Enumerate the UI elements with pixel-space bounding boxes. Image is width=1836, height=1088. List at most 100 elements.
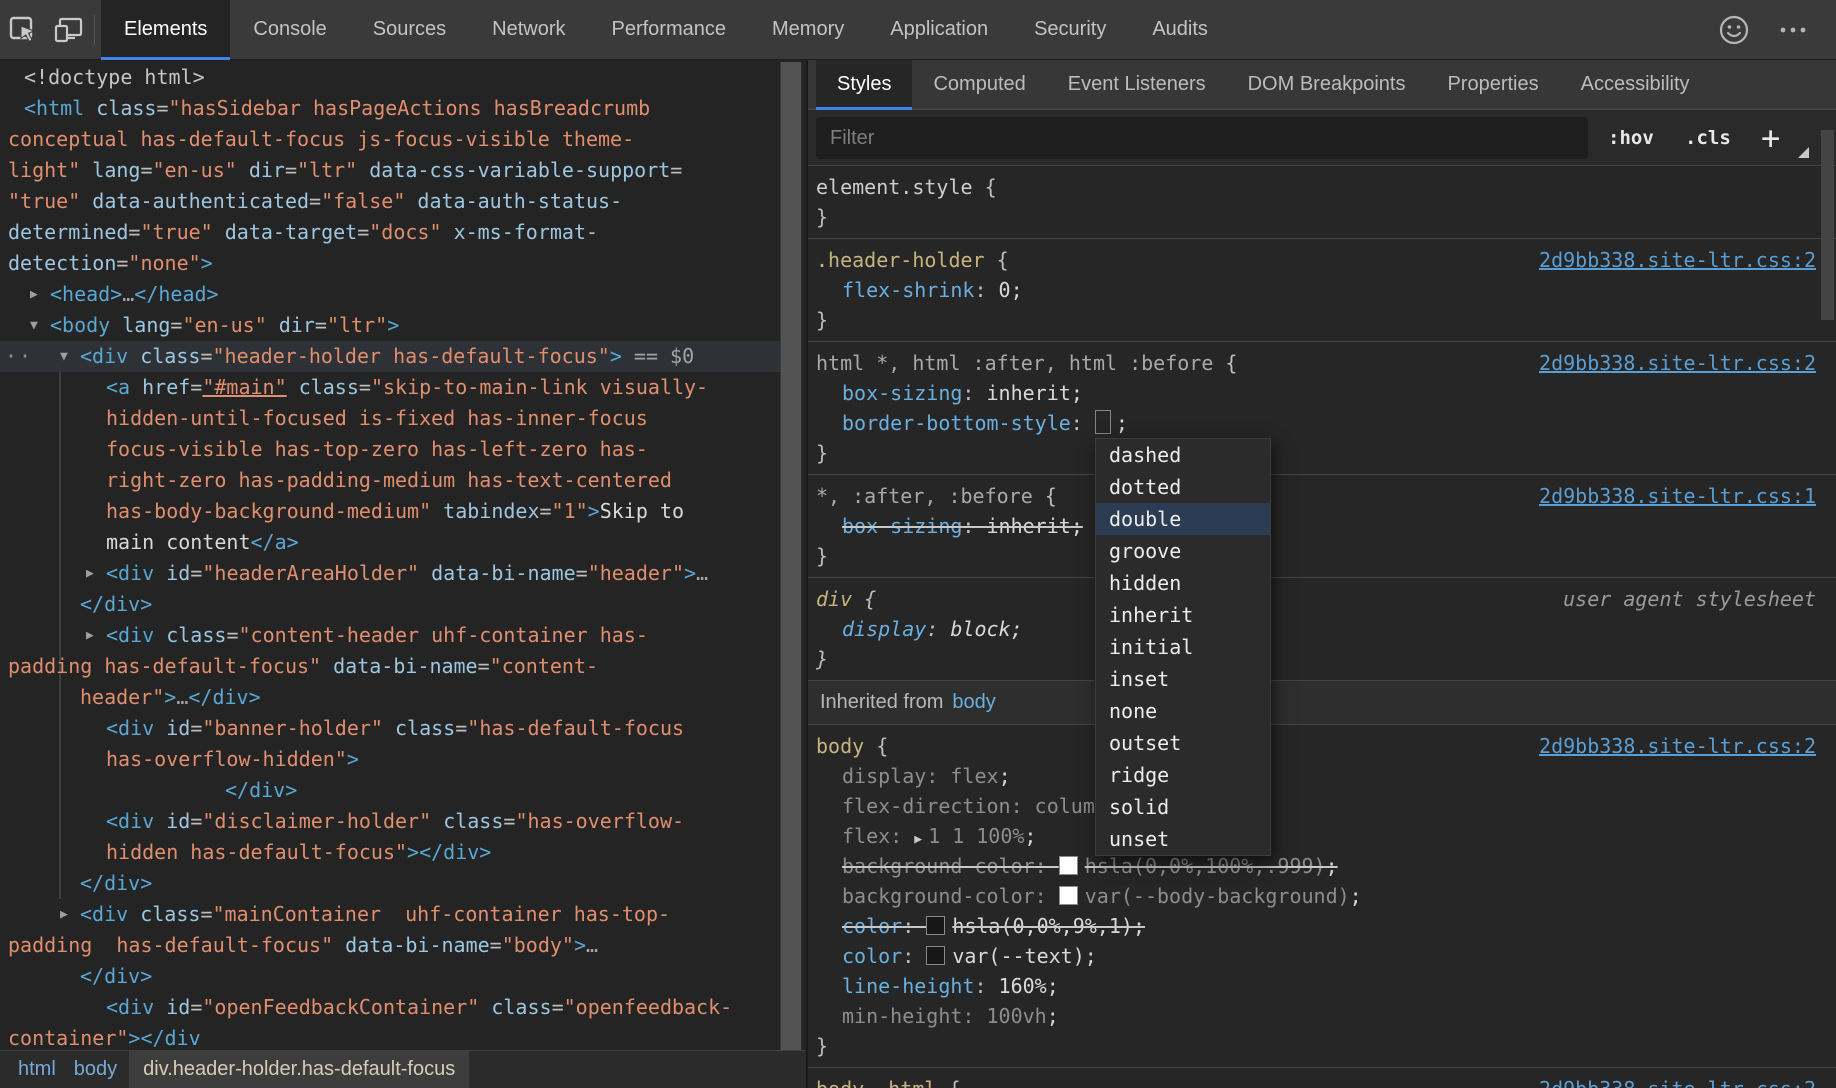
dom-tree-line[interactable]: has-overflow-hidden"> (0, 744, 780, 775)
dom-tree-line[interactable]: padding has-default-focus" data-bi-name=… (0, 930, 780, 961)
stylesheet-source-link[interactable]: 2d9bb338.site-ltr.css:2 (1539, 731, 1816, 761)
breadcrumb-item-body[interactable]: body (74, 1058, 117, 1081)
more-menu-icon[interactable] (1778, 25, 1808, 35)
dom-tree-line[interactable]: has-body-background-medium" tabindex="1"… (0, 496, 780, 527)
css-property[interactable]: flex: ▶ 1 1 100%; (808, 821, 1836, 851)
dropdown-item-double[interactable]: double (1096, 503, 1270, 535)
dom-tree-line[interactable]: ▶ <div id="headerAreaHolder" data-bi-name… (0, 558, 780, 589)
stylesheet-source-link[interactable]: 2d9bb338.site-ltr.css:1 (1539, 481, 1816, 511)
dom-tree-line[interactable]: </div> (0, 868, 780, 899)
dom-tree-line[interactable]: header">…</div> (0, 682, 780, 713)
dom-tree-line[interactable]: ·· ▼ <div class="header-holder has-default… (0, 341, 780, 372)
dropdown-item-ridge[interactable]: ridge (1096, 759, 1270, 791)
stylesheet-source-link[interactable]: 2d9bb338.site-ltr.css:2 (1539, 348, 1816, 378)
css-property[interactable]: background-color: hsla(0,0%,100%,.999); (808, 851, 1836, 881)
css-property[interactable]: background-color: var(--body-background)… (808, 881, 1836, 911)
dropdown-item-inset[interactable]: inset (1096, 663, 1270, 695)
css-selector[interactable]: div {user agent stylesheet (808, 584, 1836, 614)
dom-tree-line[interactable]: </div> (0, 775, 780, 806)
color-swatch[interactable] (926, 916, 946, 935)
styles-tab-properties[interactable]: Properties (1426, 60, 1559, 110)
dom-tree-line[interactable]: ▼ <body lang="en-us" dir="ltr"> (0, 310, 780, 341)
tab-application[interactable]: Application (867, 0, 1011, 60)
chevron-expanded-icon[interactable]: ▼ (30, 310, 38, 341)
dom-tree-line[interactable]: <a href="#main" class="skip-to-main-link… (0, 372, 780, 403)
dom-tree-line[interactable]: hidden-until-focused is-fixed has-inner-… (0, 403, 780, 434)
elements-panel-scrollbar[interactable] (780, 62, 802, 1050)
dom-tree-line[interactable]: container"></div (0, 1023, 780, 1050)
css-property[interactable]: flex-shrink: 0; (808, 275, 1836, 305)
toggle-hover-state-button[interactable]: :hov (1608, 110, 1654, 166)
dom-tree-line[interactable]: light" lang="en-us" dir="ltr" data-css-v… (0, 155, 780, 186)
dom-tree-line[interactable]: hidden has-default-focus"></div> (0, 837, 780, 868)
dropdown-item-inherit[interactable]: inherit (1096, 599, 1270, 631)
css-property[interactable]: line-height: 160%; (808, 971, 1836, 1001)
color-swatch[interactable] (1058, 856, 1078, 875)
chevron-collapsed-icon[interactable]: ▶ (30, 279, 38, 310)
device-toolbar-icon[interactable] (46, 0, 92, 60)
css-property[interactable]: color: var(--text); (808, 941, 1836, 971)
dom-tree-line[interactable]: detection="none"> (0, 248, 780, 279)
dom-tree-line[interactable]: </div> (0, 589, 780, 620)
dropdown-item-dashed[interactable]: dashed (1096, 439, 1270, 471)
css-property[interactable]: color: hsla(0,0%,9%,1); (808, 911, 1836, 941)
dropdown-item-outset[interactable]: outset (1096, 727, 1270, 759)
dropdown-item-initial[interactable]: initial (1096, 631, 1270, 663)
dom-tree-line[interactable]: ▶ <head>…</head> (0, 279, 780, 310)
stylesheet-source-link[interactable]: 2d9bb338.site-ltr.css:2 (1539, 1074, 1816, 1088)
dom-tree-line[interactable]: </div> (0, 961, 780, 992)
css-selector[interactable]: html *, html :after, html :before {2d9bb… (808, 348, 1836, 378)
styles-tab-computed[interactable]: Computed (912, 60, 1046, 110)
dom-tree[interactable]: <!doctype html> <html class="hasSidebar h… (0, 60, 780, 1050)
css-property[interactable]: box-sizing: inherit; (808, 511, 1836, 541)
breadcrumb-item-div-header-holder-has-default-focus[interactable]: div.header-holder.has-default-focus (129, 1050, 470, 1088)
toggle-class-button[interactable]: .cls (1685, 110, 1731, 166)
tab-network[interactable]: Network (469, 0, 588, 60)
dom-tree-line[interactable]: main content</a> (0, 527, 780, 558)
dom-tree-line[interactable]: conceptual has-default-focus js-focus-vi… (0, 124, 780, 155)
chevron-collapsed-icon[interactable]: ▶ (60, 899, 68, 930)
css-property[interactable]: min-height: 100vh; (808, 1001, 1836, 1031)
stylesheet-source-link[interactable]: 2d9bb338.site-ltr.css:2 (1539, 245, 1816, 275)
new-style-rule-button[interactable]: + (1761, 110, 1780, 166)
dom-tree-line[interactable]: <div id="banner-holder" class="has-defau… (0, 713, 780, 744)
dom-tree-line[interactable]: padding has-default-focus" data-bi-name=… (0, 651, 780, 682)
css-property[interactable]: flex-direction: column; (808, 791, 1836, 821)
dom-tree-line[interactable]: <div id="openFeedbackContainer" class="o… (0, 992, 780, 1023)
styles-tab-dom-breakpoints[interactable]: DOM Breakpoints (1227, 60, 1427, 110)
shorthand-expand-icon[interactable]: ▶ (914, 832, 922, 847)
dom-tree-line[interactable]: "true" data-authenticated="false" data-a… (0, 186, 780, 217)
dropdown-item-groove[interactable]: groove (1096, 535, 1270, 567)
tab-audits[interactable]: Audits (1129, 0, 1231, 60)
dom-tree-line[interactable]: <!doctype html> (0, 62, 780, 93)
dom-tree-line[interactable]: right-zero has-padding-medium has-text-c… (0, 465, 780, 496)
styles-panel-scrollbar[interactable] (1821, 130, 1834, 320)
dropdown-item-hidden[interactable]: hidden (1096, 567, 1270, 599)
css-property[interactable]: box-sizing: inherit; (808, 378, 1836, 408)
dom-tree-line[interactable]: focus-visible has-top-zero has-left-zero… (0, 434, 780, 465)
dropdown-item-dotted[interactable]: dotted (1096, 471, 1270, 503)
color-swatch[interactable] (1058, 886, 1078, 905)
chevron-collapsed-icon[interactable]: ▶ (86, 620, 94, 651)
css-selector[interactable]: *, :after, :before {2d9bb338.site-ltr.cs… (808, 481, 1836, 511)
dropdown-item-solid[interactable]: solid (1096, 791, 1270, 823)
inspect-icon[interactable] (0, 0, 46, 60)
tab-elements[interactable]: Elements (101, 0, 231, 60)
css-property[interactable]: display: block; (808, 614, 1836, 644)
value-edit-box[interactable] (1094, 410, 1111, 434)
css-selector[interactable]: element.style { (808, 172, 1836, 202)
dropdown-item-unset[interactable]: unset (1096, 823, 1270, 855)
dom-tree-line[interactable]: ▶ <div class="mainContainer uhf-container… (0, 899, 780, 930)
dom-tree-line[interactable]: determined="true" data-target="docs" x-m… (0, 217, 780, 248)
inherited-from-node-link[interactable]: body (952, 691, 995, 714)
tab-sources[interactable]: Sources (350, 0, 469, 60)
css-selector[interactable]: body, html {2d9bb338.site-ltr.css:2 (808, 1074, 1836, 1088)
feedback-smiley-icon[interactable] (1718, 14, 1750, 46)
styles-tab-accessibility[interactable]: Accessibility (1560, 60, 1711, 110)
tab-performance[interactable]: Performance (589, 0, 750, 60)
chevron-collapsed-icon[interactable]: ▶ (86, 558, 94, 589)
tab-console[interactable]: Console (230, 0, 349, 60)
styles-filter-input[interactable]: Filter (816, 117, 1588, 159)
styles-tab-styles[interactable]: Styles (816, 60, 913, 110)
breadcrumb-item-html[interactable]: html (18, 1058, 56, 1081)
